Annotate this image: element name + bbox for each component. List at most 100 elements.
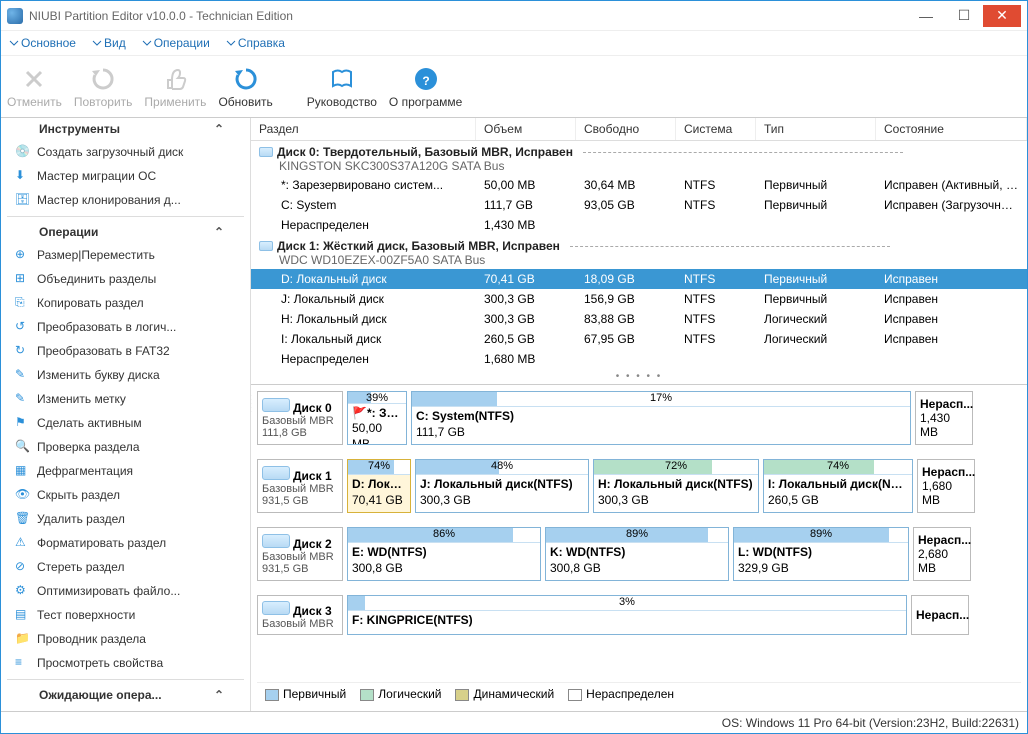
sidebar-op-item[interactable]: ⊞Объединить разделы bbox=[1, 267, 250, 291]
partition-block[interactable]: 89% K: WD(NTFS)300,8 GB bbox=[545, 527, 729, 581]
unallocated-block[interactable]: Нерасп... bbox=[911, 595, 969, 635]
redo-button[interactable]: Повторить bbox=[74, 65, 133, 109]
sidebar-item-label: Просмотреть свойства bbox=[37, 656, 163, 670]
partition-block[interactable]: 89% L: WD(NTFS)329,9 GB bbox=[733, 527, 909, 581]
maximize-button[interactable]: ☐ bbox=[945, 5, 983, 27]
menu-operations[interactable]: Операции bbox=[136, 34, 216, 52]
sidebar-op-item[interactable]: ⚑Сделать активным bbox=[1, 411, 250, 435]
disk-info[interactable]: Диск 2 Базовый MBR 931,5 GB bbox=[257, 527, 343, 581]
usage-percent: 48% bbox=[491, 460, 513, 472]
partition-block[interactable]: 39% 🚩*: За...50,00 MB bbox=[347, 391, 407, 445]
sidebar-op-item[interactable]: ⚠Форматировать раздел bbox=[1, 531, 250, 555]
sidebar-op-item[interactable]: 📁Проводник раздела bbox=[1, 627, 250, 651]
partition-type bbox=[756, 350, 876, 368]
unallocated-block[interactable]: Нерасп...1,430 MB bbox=[915, 391, 973, 445]
partition-fs: NTFS bbox=[676, 270, 756, 288]
sidebar-op-item[interactable]: ↺Преобразовать в логич... bbox=[1, 315, 250, 339]
block-size: 2,680 MB bbox=[918, 547, 966, 575]
partition-row[interactable]: *: Зарезервировано систем... 50,00 MB 30… bbox=[251, 175, 1027, 195]
sidebar-op-item[interactable]: ⊕Размер|Переместить bbox=[1, 243, 250, 267]
sidebar-tool-item[interactable]: ⬇ Мастер миграции ОС bbox=[1, 164, 250, 188]
menu-help[interactable]: Справка bbox=[220, 34, 291, 52]
col-volume[interactable]: Объем bbox=[476, 118, 576, 140]
partition-volume: 50,00 MB bbox=[476, 176, 576, 194]
partition-row[interactable]: H: Локальный диск 300,3 GB 83,88 GB NTFS… bbox=[251, 309, 1027, 329]
disk-info[interactable]: Диск 1 Базовый MBR 931,5 GB bbox=[257, 459, 343, 513]
sidebar-op-item[interactable]: ✎Изменить метку bbox=[1, 387, 250, 411]
sidebar-op-item[interactable]: ⎘Копировать раздел bbox=[1, 291, 250, 315]
partition-status bbox=[876, 216, 1027, 234]
partition-free: 18,09 GB bbox=[576, 270, 676, 288]
manual-button[interactable]: Руководство bbox=[307, 65, 377, 109]
sidebar-op-item[interactable]: ▤Тест поверхности bbox=[1, 603, 250, 627]
menu-view[interactable]: Вид bbox=[86, 34, 132, 52]
unallocated-block[interactable]: Нерасп...1,680 MB bbox=[917, 459, 975, 513]
partition-row[interactable]: J: Локальный диск 300,3 GB 156,9 GB NTFS… bbox=[251, 289, 1027, 309]
partition-block[interactable]: 86% E: WD(NTFS)300,8 GB bbox=[347, 527, 541, 581]
unallocated-block[interactable]: Нерасп...2,680 MB bbox=[913, 527, 971, 581]
col-filesystem[interactable]: Система bbox=[676, 118, 756, 140]
disk-icon bbox=[259, 241, 273, 251]
partition-block[interactable]: 74% I: Локальный диск(NTF...260,5 GB bbox=[763, 459, 913, 513]
sidebar-op-item[interactable]: ✎Изменить букву диска bbox=[1, 363, 250, 387]
col-type[interactable]: Тип bbox=[756, 118, 876, 140]
sidebar-op-item[interactable]: ↻Преобразовать в FAT32 bbox=[1, 339, 250, 363]
disk-header[interactable]: Диск 1: Жёсткий диск, Базовый MBR, Испра… bbox=[251, 235, 1027, 269]
col-name[interactable]: Раздел bbox=[251, 118, 476, 140]
partition-row[interactable]: Нераспределен 1,680 MB bbox=[251, 349, 1027, 369]
col-free[interactable]: Свободно bbox=[576, 118, 676, 140]
partition-block[interactable]: 48% J: Локальный диск(NTFS)300,3 GB bbox=[415, 459, 589, 513]
redo-icon bbox=[89, 65, 117, 93]
pending-section-header[interactable]: Ожидающие опера...⌃ bbox=[1, 684, 250, 706]
partition-list: Диск 0: Твердотельный, Базовый MBR, Испр… bbox=[251, 141, 1027, 369]
sidebar-tool-item[interactable]: 💿Создать загрузочный диск bbox=[1, 140, 250, 164]
undo-button[interactable]: Отменить bbox=[7, 65, 62, 109]
sidebar-op-item[interactable]: ≡ Просмотреть свойства bbox=[1, 651, 250, 675]
disk-header[interactable]: Диск 0: Твердотельный, Базовый MBR, Испр… bbox=[251, 141, 1027, 175]
partition-row[interactable]: Нераспределен 1,430 MB bbox=[251, 215, 1027, 235]
operation-icon: ⊘ bbox=[15, 559, 31, 575]
partition-row[interactable]: C: System 111,7 GB 93,05 GB NTFS Первичн… bbox=[251, 195, 1027, 215]
menu-main[interactable]: Основное bbox=[3, 34, 82, 52]
operation-icon: ≡ bbox=[15, 655, 31, 671]
partition-list-header: Раздел Объем Свободно Система Тип Состоя… bbox=[251, 118, 1027, 141]
sidebar-item-label: Преобразовать в логич... bbox=[37, 320, 176, 334]
usage-percent: 89% bbox=[626, 528, 648, 540]
partition-block[interactable]: 74% D: Лока...70,41 GB bbox=[347, 459, 411, 513]
operation-icon: ✎ bbox=[15, 367, 31, 383]
col-status[interactable]: Состояние bbox=[876, 118, 1027, 140]
sidebar-op-item[interactable]: 🗑Удалить раздел bbox=[1, 507, 250, 531]
sidebar-item-label: Мастер миграции ОС bbox=[37, 169, 156, 183]
partition-block[interactable]: 17% C: System(NTFS)111,7 GB bbox=[411, 391, 911, 445]
sidebar-op-item[interactable]: ▦Дефрагментация bbox=[1, 459, 250, 483]
apply-button[interactable]: Применить bbox=[144, 65, 206, 109]
splitter-handle[interactable]: ••••• bbox=[251, 395, 252, 415]
partition-row[interactable]: I: Локальный диск 260,5 GB 67,95 GB NTFS… bbox=[251, 329, 1027, 349]
sidebar-op-item[interactable]: ⚙Оптимизировать файло... bbox=[1, 579, 250, 603]
minimize-button[interactable]: — bbox=[907, 5, 945, 27]
disk-name: Диск 2 bbox=[293, 537, 332, 551]
disk-graph-panel: ••••• Диск 0 Базовый MBR 111,8 GB 39% 🚩*… bbox=[251, 384, 1027, 711]
partition-row[interactable]: D: Локальный диск 70,41 GB 18,09 GB NTFS… bbox=[251, 269, 1027, 289]
disk-info[interactable]: Диск 3 Базовый MBR bbox=[257, 595, 343, 635]
disk-info[interactable]: Диск 0 Базовый MBR 111,8 GB bbox=[257, 391, 343, 445]
sidebar-op-item[interactable]: 🔍Проверка раздела bbox=[1, 435, 250, 459]
partition-block[interactable]: 3% F: KINGPRICE(NTFS) bbox=[347, 595, 907, 635]
partition-fs: NTFS bbox=[676, 176, 756, 194]
sidebar-tool-item[interactable]: 🗄Мастер клонирования д... bbox=[1, 188, 250, 212]
partition-status: Исправен bbox=[876, 330, 1027, 348]
tools-section-header[interactable]: Инструменты⌃ bbox=[1, 118, 250, 140]
partition-fs: NTFS bbox=[676, 330, 756, 348]
sidebar-op-item[interactable]: 👁Скрыть раздел bbox=[1, 483, 250, 507]
sidebar-item-label: Сделать активным bbox=[37, 416, 142, 430]
sidebar-op-item[interactable]: ⊘Стереть раздел bbox=[1, 555, 250, 579]
operations-section-header[interactable]: Операции⌃ bbox=[1, 221, 250, 243]
about-button[interactable]: ?О программе bbox=[389, 65, 462, 109]
operation-icon: 🔍 bbox=[15, 439, 31, 455]
refresh-button[interactable]: Обновить bbox=[218, 65, 272, 109]
partition-fs bbox=[676, 350, 756, 368]
block-name: Нерасп... bbox=[916, 608, 964, 622]
partition-block[interactable]: 72% H: Локальный диск(NTFS)300,3 GB bbox=[593, 459, 759, 513]
close-button[interactable]: ✕ bbox=[983, 5, 1021, 27]
tool-icon: ⬇ bbox=[15, 168, 31, 184]
